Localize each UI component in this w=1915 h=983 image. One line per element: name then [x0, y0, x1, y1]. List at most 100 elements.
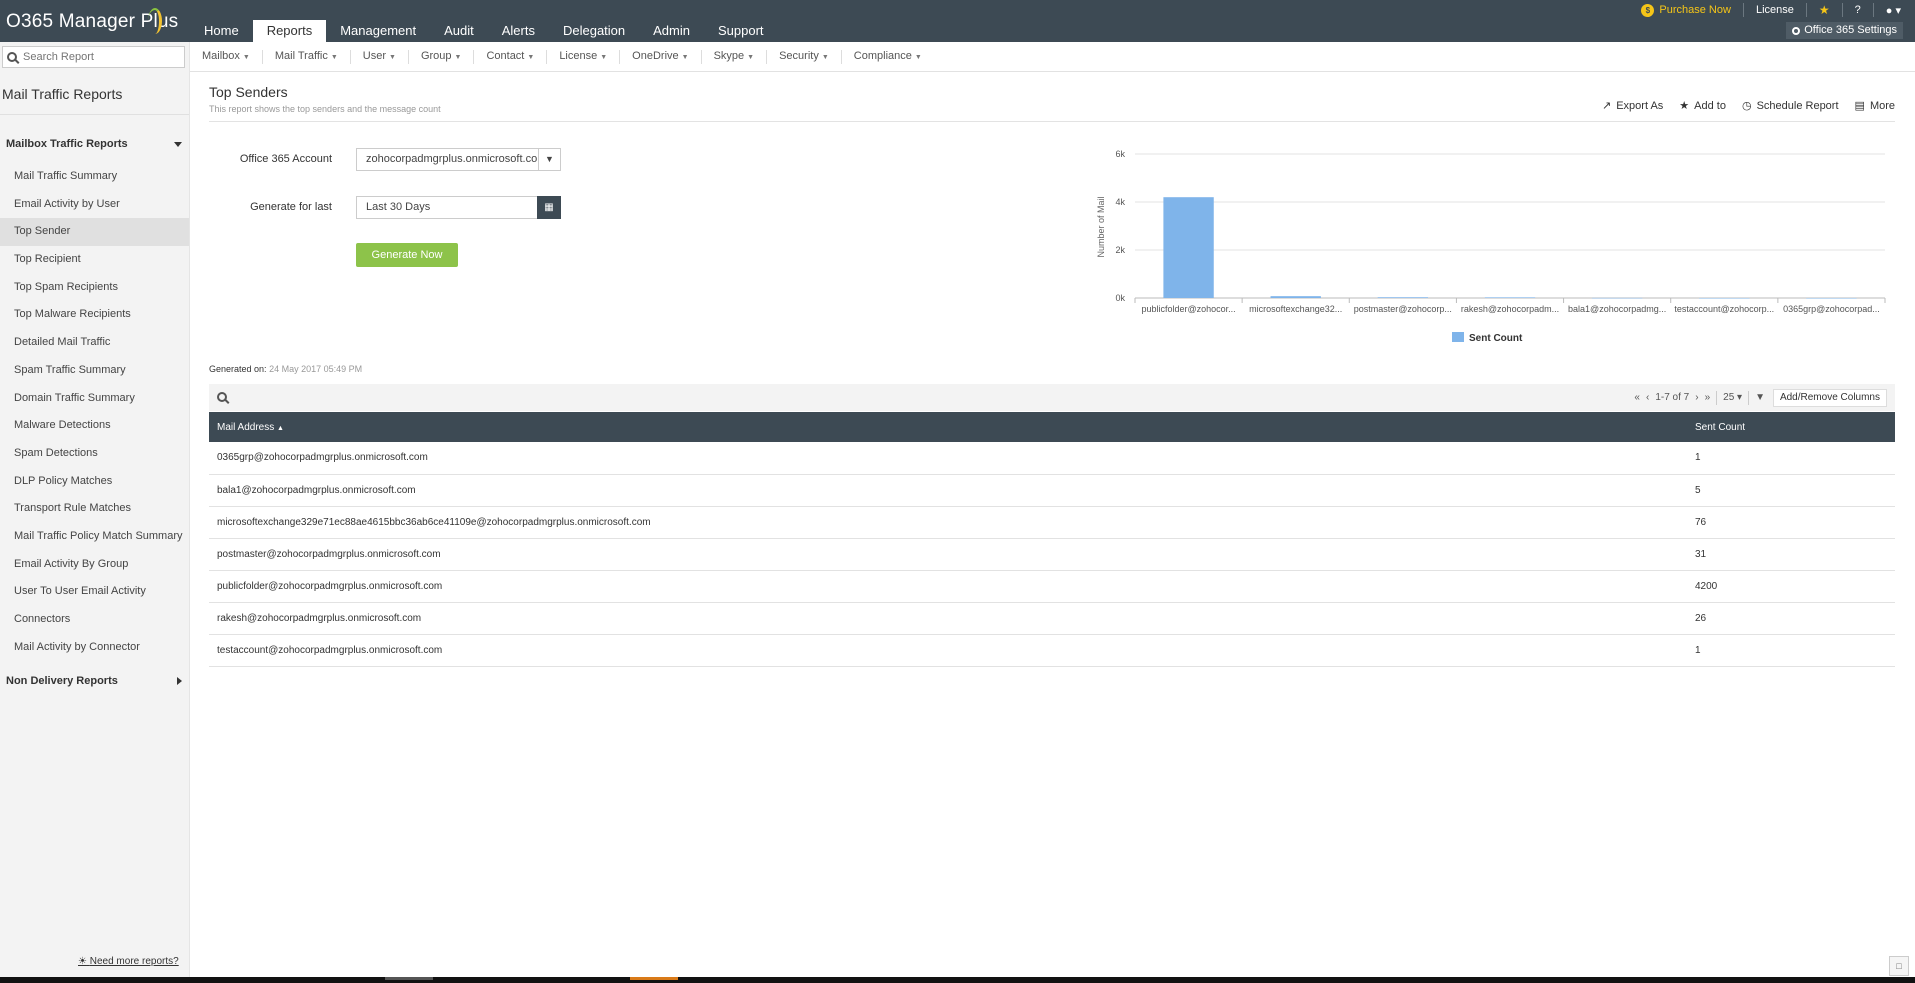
period-field[interactable]: Last 30 Days ▦: [356, 196, 561, 219]
next-page-icon[interactable]: ›: [1695, 392, 1698, 403]
table-row[interactable]: bala1@zohocorpadmgrplus.onmicrosoft.com 5: [209, 474, 1895, 507]
tab-alerts[interactable]: Alerts: [488, 20, 549, 42]
sidebar-item-email-activity-by-user[interactable]: Email Activity by User: [0, 191, 189, 219]
generated-value: 24 May 2017 05:49 PM: [269, 364, 363, 374]
help-icon[interactable]: ?: [1855, 4, 1861, 16]
column-header-sent-count[interactable]: Sent Count: [1687, 412, 1895, 442]
sidebar-item-detailed-mail-traffic[interactable]: Detailed Mail Traffic: [0, 329, 189, 357]
export-as-button[interactable]: ↗ Export As: [1602, 99, 1663, 113]
chart-bar[interactable]: [1591, 297, 1643, 299]
subnav-skype[interactable]: Skype ▼: [702, 49, 768, 64]
subnav-compliance[interactable]: Compliance ▼: [842, 50, 934, 64]
gear-icon: [1792, 26, 1801, 35]
chart-bar[interactable]: [1806, 297, 1857, 299]
sidebar-item-domain-traffic-summary[interactable]: Domain Traffic Summary: [0, 385, 189, 413]
table-row[interactable]: microsoftexchange329e71ec88ae4615bbc36ab…: [209, 506, 1895, 539]
subnav-contact[interactable]: Contact ▼: [474, 49, 548, 64]
generate-now-button[interactable]: Generate Now: [356, 243, 458, 267]
schedule-report-button[interactable]: ◷ Schedule Report: [1742, 99, 1839, 113]
cell-mail-address: bala1@zohocorpadmgrplus.onmicrosoft.com: [209, 474, 1687, 507]
tab-admin[interactable]: Admin: [639, 20, 704, 42]
subnav-security[interactable]: Security ▼: [767, 49, 842, 64]
per-page-select[interactable]: 25 ▾: [1723, 392, 1742, 403]
add-remove-columns-button[interactable]: Add/Remove Columns: [1772, 389, 1887, 407]
license-link[interactable]: License: [1756, 4, 1794, 16]
chart-bar[interactable]: [1163, 197, 1214, 298]
sidebar-item-email-activity-by-group[interactable]: Email Activity By Group: [0, 551, 189, 579]
notification-icon[interactable]: ★: [1819, 3, 1830, 17]
table-row[interactable]: testaccount@zohocorpadmgrplus.onmicrosof…: [209, 634, 1895, 667]
search-input[interactable]: [23, 51, 173, 63]
sidebar-item-top-malware-recipients[interactable]: Top Malware Recipients: [0, 301, 189, 329]
sidebar-item-user-to-user-email-activity[interactable]: User To User Email Activity: [0, 578, 189, 606]
sidebar-item-connectors[interactable]: Connectors: [0, 606, 189, 634]
search-icon[interactable]: [217, 392, 227, 402]
first-page-icon[interactable]: «: [1634, 392, 1640, 403]
subnav-mailbox[interactable]: Mailbox ▼: [190, 49, 263, 64]
subnav-user[interactable]: User ▼: [351, 49, 409, 64]
need-more-reports-link[interactable]: ☀ Need more reports?: [78, 956, 179, 967]
sidebar-item-top-recipient[interactable]: Top Recipient: [0, 246, 189, 274]
chart-legend: Sent Count: [1452, 332, 1523, 344]
x-tick-label: postmaster@zohocorp...: [1354, 304, 1452, 314]
more-label: More: [1869, 99, 1895, 112]
add-to-button[interactable]: ★ Add to: [1679, 99, 1726, 113]
sidebar-item-spam-detections[interactable]: Spam Detections: [0, 440, 189, 468]
sidebar-item-mail-traffic-summary[interactable]: Mail Traffic Summary: [0, 163, 189, 191]
sidebar-item-top-sender[interactable]: Top Sender: [0, 218, 189, 247]
office365-settings-button[interactable]: Office 365 Settings: [1786, 22, 1903, 39]
table-row[interactable]: publicfolder@zohocorpadmgrplus.onmicroso…: [209, 570, 1895, 603]
table-header-row: Mail Address ▲ Sent Count: [209, 412, 1895, 442]
subnav-license[interactable]: License ▼: [547, 49, 621, 64]
tab-reports[interactable]: Reports: [252, 20, 327, 42]
y-tick-label: 6k: [1115, 149, 1125, 159]
sidebar-item-transport-rule-matches[interactable]: Transport Rule Matches: [0, 495, 189, 523]
coin-icon: $: [1641, 3, 1655, 17]
subnav-mail-traffic[interactable]: Mail Traffic ▼: [263, 49, 351, 64]
sidebar-item-dlp-policy-matches[interactable]: DLP Policy Matches: [0, 468, 189, 496]
tab-support[interactable]: Support: [704, 20, 778, 42]
table-row[interactable]: rakesh@zohocorpadmgrplus.onmicrosoft.com…: [209, 602, 1895, 635]
subnav-label: Contact: [486, 49, 525, 62]
chat-icon[interactable]: □: [1889, 956, 1909, 976]
subnav-onedrive[interactable]: OneDrive ▼: [620, 49, 702, 64]
chart-bar[interactable]: [1484, 297, 1536, 298]
tab-audit[interactable]: Audit: [430, 20, 488, 42]
cell-mail-address: rakesh@zohocorpadmgrplus.onmicrosoft.com: [209, 602, 1687, 635]
table-row[interactable]: 0365grp@zohocorpadmgrplus.onmicrosoft.co…: [209, 442, 1895, 475]
chart-bar[interactable]: [1699, 297, 1750, 299]
last-page-icon[interactable]: »: [1705, 392, 1711, 403]
chart-bar[interactable]: [1270, 296, 1321, 298]
subnav-group[interactable]: Group ▼: [409, 49, 475, 64]
sidebar-item-mail-activity-by-connector[interactable]: Mail Activity by Connector: [0, 634, 189, 662]
tab-management[interactable]: Management: [326, 20, 430, 42]
purchase-now-link[interactable]: $ Purchase Now: [1641, 3, 1731, 17]
top-right-controls: $ Purchase Now License ★ ? ● ▾: [1641, 3, 1901, 17]
group-mailbox-traffic-reports[interactable]: Mailbox Traffic Reports: [6, 138, 182, 150]
group-non-delivery-reports[interactable]: Non Delivery Reports: [6, 675, 182, 687]
cell-sent-count: 1: [1687, 634, 1895, 667]
tab-delegation[interactable]: Delegation: [549, 20, 639, 42]
subnav-label: License: [559, 49, 598, 62]
chart-grid: [1135, 153, 1885, 299]
table-toolbar: « ‹ 1-7 of 7 › » 25 ▾ ▼ Add/Remove Colum…: [209, 384, 1895, 411]
sidebar-item-top-spam-recipients[interactable]: Top Spam Recipients: [0, 274, 189, 302]
search-icon: [7, 52, 17, 62]
prev-page-icon[interactable]: ‹: [1646, 392, 1649, 403]
column-header-mail-address[interactable]: Mail Address ▲: [209, 412, 1687, 442]
subnav-label: Group: [420, 49, 452, 62]
table-row[interactable]: postmaster@zohocorpadmgrplus.onmicrosoft…: [209, 538, 1895, 571]
more-button[interactable]: ▤ More: [1855, 99, 1895, 113]
sidebar-item-malware-detections[interactable]: Malware Detections: [0, 412, 189, 440]
sidebar-item-spam-traffic-summary[interactable]: Spam Traffic Summary: [0, 357, 189, 385]
tab-home[interactable]: Home: [190, 20, 253, 42]
account-select[interactable]: zohocorpadmgrplus.onmicrosoft.com ▼: [356, 148, 561, 171]
chevron-down-icon[interactable]: ▼: [538, 149, 560, 170]
filter-icon[interactable]: ▼: [1755, 392, 1765, 403]
chart-bar[interactable]: [1377, 297, 1429, 298]
user-menu-icon[interactable]: ● ▾: [1886, 4, 1901, 17]
sidebar-report-list: Mail Traffic Summary Email Activity by U…: [0, 163, 189, 661]
sidebar-item-mail-traffic-policy-match-summary[interactable]: Mail Traffic Policy Match Summary: [0, 523, 189, 551]
calendar-icon[interactable]: ▦: [537, 196, 561, 219]
separator: [1716, 390, 1718, 405]
